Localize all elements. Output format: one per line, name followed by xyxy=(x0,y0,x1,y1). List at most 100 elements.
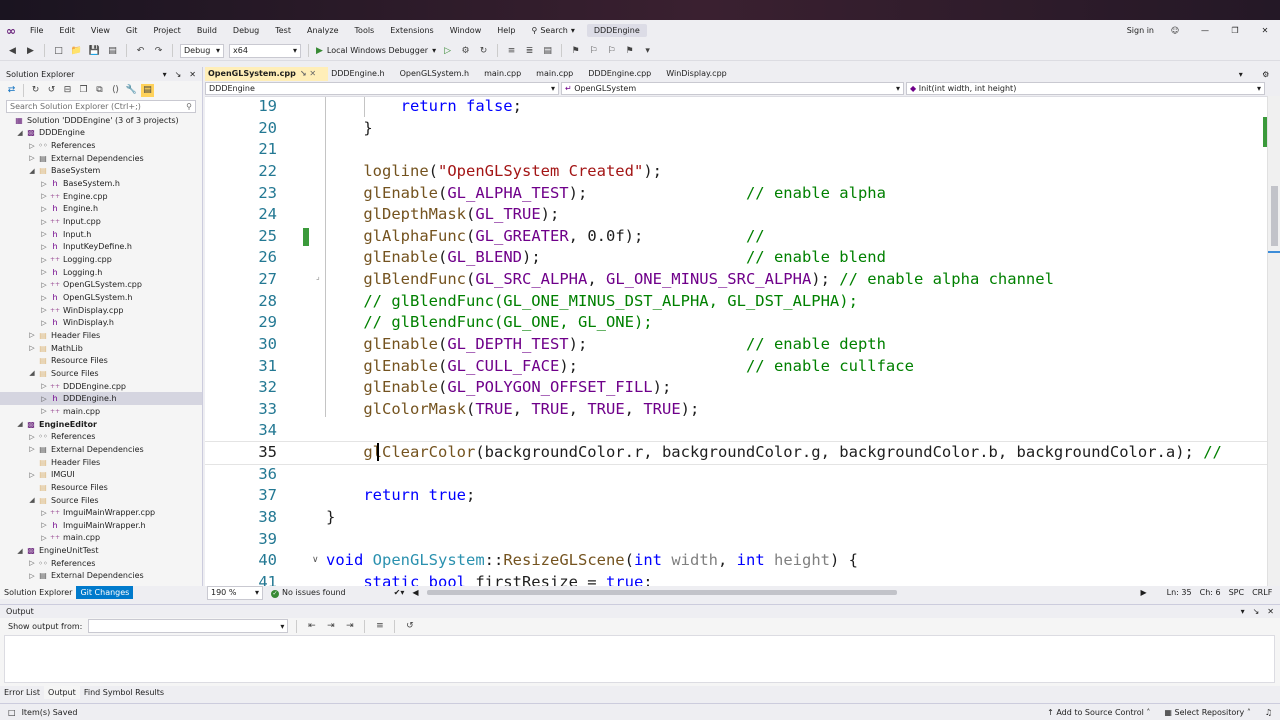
tree-item[interactable]: ▷ ++ main.cpp xyxy=(0,405,202,418)
tree-item[interactable]: ▷ h OpenGLSystem.h xyxy=(0,291,202,304)
expanded-arrow-icon[interactable]: ◢ xyxy=(27,369,37,377)
menu-debug[interactable]: Debug xyxy=(225,20,267,41)
sign-in-link[interactable]: Sign in xyxy=(1121,26,1160,35)
menu-analyze[interactable]: Analyze xyxy=(299,20,347,41)
tree-item[interactable]: ▤ Resource Files xyxy=(0,354,202,367)
tree-item[interactable]: ▷ h WinDisplay.h xyxy=(0,317,202,330)
scrollbar-thumb[interactable] xyxy=(1271,186,1278,246)
menu-tools[interactable]: Tools xyxy=(347,20,383,41)
toolbar-overflow-icon[interactable]: ▾ xyxy=(641,44,654,57)
menu-window[interactable]: Window xyxy=(442,20,490,41)
tree-item[interactable]: ▦ Solution 'DDDEngine' (3 of 3 projects) xyxy=(0,114,202,127)
tab-find-symbol-results[interactable]: Find Symbol Results xyxy=(80,686,168,699)
account-icon[interactable]: ☺ xyxy=(1160,26,1190,35)
menu-file[interactable]: File xyxy=(22,20,51,41)
collapsed-arrow-icon[interactable]: ▷ xyxy=(39,205,49,213)
line-indicator[interactable]: Ln: 35 xyxy=(1167,588,1192,597)
member-dropdown[interactable]: ◆ Init(int width, int height) ▾ xyxy=(906,82,1265,95)
menu-view[interactable]: View xyxy=(83,20,118,41)
horizontal-scrollbar[interactable] xyxy=(426,590,897,595)
editor-tab[interactable]: main.cpp xyxy=(533,67,585,81)
expanded-arrow-icon[interactable]: ◢ xyxy=(15,547,25,555)
menu-extensions[interactable]: Extensions xyxy=(382,20,441,41)
undo-icon[interactable]: ↶ xyxy=(134,44,147,57)
line-ending-indicator[interactable]: CRLF xyxy=(1252,588,1272,597)
collapsed-arrow-icon[interactable]: ▷ xyxy=(27,142,37,150)
save-icon[interactable]: 💾 xyxy=(88,44,101,57)
tree-item[interactable]: ▷ h Engine.h xyxy=(0,203,202,216)
pin-icon[interactable]: ↘ xyxy=(1253,607,1260,616)
tree-item[interactable]: ▷ ++ ImguiMainWrapper.cpp xyxy=(0,506,202,519)
scroll-left-icon[interactable]: ◀ xyxy=(412,588,418,597)
output-text-area[interactable] xyxy=(4,635,1275,683)
editor-tab[interactable]: OpenGLSystem.cpp ↘ ✕ xyxy=(205,67,329,81)
collapsed-arrow-icon[interactable]: ▷ xyxy=(39,534,49,542)
menu-build[interactable]: Build xyxy=(189,20,225,41)
format-icon[interactable]: ≣ xyxy=(523,44,536,57)
editor-tab[interactable]: WinDisplay.cpp xyxy=(663,67,738,81)
clear-all-icon[interactable]: ≡ xyxy=(373,620,386,633)
output-source-select[interactable]: ▾ xyxy=(88,619,289,633)
tree-item[interactable]: ▷ h InputKeyDefine.h xyxy=(0,241,202,254)
tree-item[interactable]: ▷ h Input.h xyxy=(0,228,202,241)
collapsed-arrow-icon[interactable]: ▷ xyxy=(39,509,49,517)
show-all-files-icon[interactable]: ❐ xyxy=(77,84,90,97)
tree-item[interactable]: ▷ h ImguiMainWrapper.h xyxy=(0,519,202,532)
select-repository-button[interactable]: ▦ Select Repository ˄ xyxy=(1164,708,1250,717)
save-all-icon[interactable]: ▤ xyxy=(106,44,119,57)
tree-item[interactable]: ▷ ▤ External Dependencies xyxy=(0,152,202,165)
tree-item[interactable]: ▷ ▤ IMGUI xyxy=(0,468,202,481)
tree-item[interactable]: ▷ ▤ Header Files xyxy=(0,329,202,342)
tree-item[interactable]: ◢ ▩ EngineEditor xyxy=(0,418,202,431)
bookmark-next-icon[interactable]: ⚐ xyxy=(605,44,618,57)
column-indicator[interactable]: Ch: 6 xyxy=(1200,588,1221,597)
configuration-select[interactable]: Debug ▾ xyxy=(180,43,224,58)
collapsed-arrow-icon[interactable]: ▷ xyxy=(39,218,49,226)
editor-tab[interactable]: OpenGLSystem.h xyxy=(397,67,481,81)
tree-item[interactable]: ▷ ◦◦ References xyxy=(0,430,202,443)
bookmark-icon[interactable]: ⚑ xyxy=(569,44,582,57)
code-editor[interactable]: ⌟ ∨ 19 return false; 20 } 21 22 logline("Op… xyxy=(205,96,1267,586)
chevron-down-icon[interactable]: ▾ xyxy=(1239,70,1243,79)
collapsed-arrow-icon[interactable]: ▷ xyxy=(27,445,37,453)
collapsed-arrow-icon[interactable]: ▷ xyxy=(39,268,49,276)
tab-solution-explorer[interactable]: Solution Explorer xyxy=(0,586,77,599)
redo-icon[interactable]: ↷ xyxy=(152,44,165,57)
history-icon[interactable]: ↻ xyxy=(29,84,42,97)
menu-git[interactable]: Git xyxy=(118,20,146,41)
whitespace-indicator[interactable]: SPC xyxy=(1229,588,1245,597)
search-menu[interactable]: ⚲ Search ▾ xyxy=(523,26,582,35)
chevron-down-icon[interactable]: ▾ xyxy=(1241,607,1245,616)
comment-icon[interactable]: ▤ xyxy=(541,44,554,57)
start-without-debugging-icon[interactable]: ▷ xyxy=(441,44,454,57)
collapsed-arrow-icon[interactable]: ▷ xyxy=(39,256,49,264)
editor-vertical-scrollbar[interactable] xyxy=(1267,96,1280,586)
tree-item[interactable]: ▷ h DDDEngine.h xyxy=(0,392,202,406)
tree-item[interactable]: ▷ ++ Logging.cpp xyxy=(0,253,202,266)
menu-help[interactable]: Help xyxy=(489,20,523,41)
word-wrap-icon[interactable]: ↺ xyxy=(403,620,416,633)
close-icon[interactable]: ✕ xyxy=(1267,607,1274,616)
minimize-icon[interactable]: — xyxy=(1190,26,1220,35)
tab-pin-close-icon[interactable]: ↘ ✕ xyxy=(300,69,316,78)
find-next-icon[interactable]: ⇥ xyxy=(324,620,337,633)
collapsed-arrow-icon[interactable]: ▷ xyxy=(27,572,37,580)
collapsed-arrow-icon[interactable]: ▷ xyxy=(27,559,37,567)
collapsed-arrow-icon[interactable]: ▷ xyxy=(27,471,37,479)
chevron-down-icon[interactable]: ▾ xyxy=(163,70,167,79)
platform-select[interactable]: x64 ▾ xyxy=(229,43,301,58)
tree-item[interactable]: ▷ ▤ External Dependencies xyxy=(0,443,202,456)
menu-project[interactable]: Project xyxy=(145,20,188,41)
close-icon[interactable]: ✕ xyxy=(189,70,196,79)
collapsed-arrow-icon[interactable]: ▷ xyxy=(39,294,49,302)
tree-item[interactable]: ▷ ++ DDDEngine.cpp xyxy=(0,380,202,393)
collapsed-arrow-icon[interactable]: ▷ xyxy=(27,433,37,441)
add-to-source-control-button[interactable]: ↑ Add to Source Control ˄ xyxy=(1047,708,1150,717)
tree-item[interactable]: ▷ ++ Engine.cpp xyxy=(0,190,202,203)
collapsed-arrow-icon[interactable]: ▷ xyxy=(39,306,49,314)
tree-item[interactable]: ▷ ++ WinDisplay.cpp xyxy=(0,304,202,317)
sync-icon[interactable]: ⇄ xyxy=(5,84,18,97)
navigate-back-icon[interactable]: ◀ xyxy=(6,44,19,57)
tree-item[interactable]: ▷ ++ Input.cpp xyxy=(0,215,202,228)
step-icon[interactable]: ≡ xyxy=(505,44,518,57)
